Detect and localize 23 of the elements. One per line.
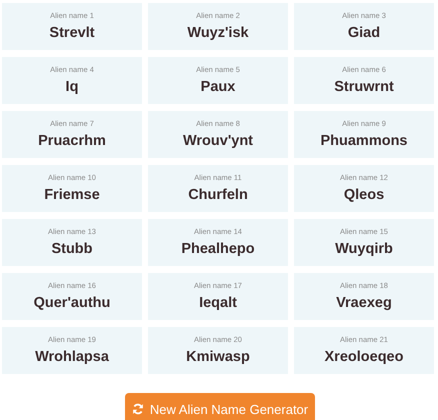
alien-name: Phuammons [320, 132, 408, 150]
alien-name: Friemse [44, 186, 100, 204]
alien-name: Giad [348, 24, 380, 42]
alien-name: Qleos [344, 186, 384, 204]
alien-name: Wuyz'isk [187, 24, 249, 42]
alien-name: Iq [66, 78, 78, 96]
alien-name: Wrohlapsa [35, 348, 109, 366]
generate-button[interactable]: New Alien Name Generator [125, 393, 315, 420]
alien-name: Stubb [51, 240, 93, 258]
alien-name: Phealhepo [181, 240, 255, 258]
alien-name: Xreoloeqeo [324, 348, 404, 366]
alien-name: Wrouv'ynt [182, 132, 254, 150]
refresh-icon [132, 403, 144, 415]
alien-name: Pruacrhm [38, 132, 106, 150]
alien-name: Ieqalt [199, 294, 237, 312]
alien-name: Struwrnt [334, 78, 394, 96]
alien-name: Churfeln [188, 186, 248, 204]
alien-name: Paux [200, 78, 236, 96]
alien-name: Vraexeg [336, 294, 392, 312]
alien-name: Quer'authu [34, 294, 110, 312]
alien-name: Wuyqirb [335, 240, 393, 258]
alien-name: Kmiwasp [186, 348, 250, 366]
alien-name: Strevlt [49, 24, 95, 42]
